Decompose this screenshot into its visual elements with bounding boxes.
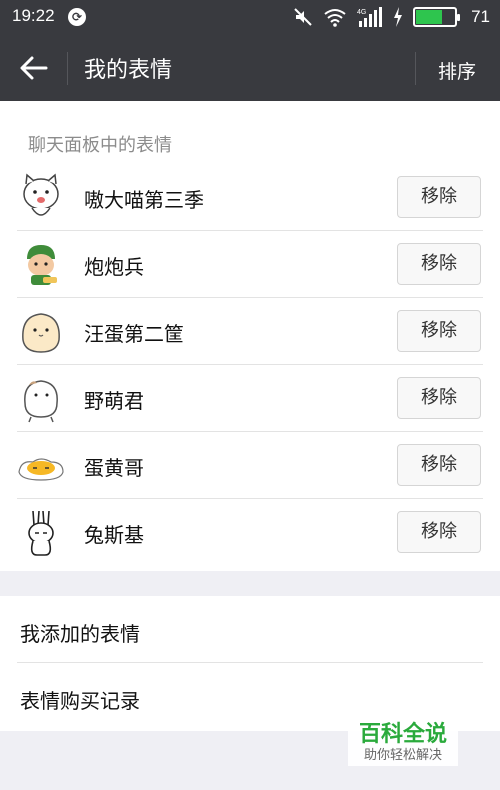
sticker-row-soldier: 炮炮兵 移除 <box>0 231 500 298</box>
links-section: 我添加的表情 表情购买记录 <box>0 596 500 731</box>
remove-button[interactable]: 移除 <box>397 243 481 285</box>
network-type: 4G <box>357 9 366 16</box>
page-title: 我的表情 <box>84 58 173 83</box>
bun-sticker-icon <box>24 380 58 423</box>
remove-button[interactable]: 移除 <box>397 511 481 553</box>
status-bar: 19:22 ⟳ 4G 71 <box>0 0 500 34</box>
soldier-sticker-icon <box>27 245 57 285</box>
status-icons: 4G 71 <box>293 6 490 28</box>
mute-icon <box>294 8 312 26</box>
sticker-name: 兔斯基 <box>84 523 144 547</box>
signal-icon: 4G <box>357 7 383 27</box>
watermark-logo: 百科全说 助你轻松解决 <box>348 714 458 766</box>
sticker-row-bun: 野萌君 移除 <box>0 365 500 432</box>
battery-percent: 71 <box>471 7 490 26</box>
navigation-bar: 我的表情 排序 <box>0 34 500 101</box>
sticker-row-yolk: 蛋黄哥 移除 <box>0 432 500 499</box>
link-label: 表情购买记录 <box>20 689 140 713</box>
egg-sticker-icon <box>22 313 60 353</box>
back-arrow-icon[interactable] <box>18 52 50 84</box>
remove-button[interactable]: 移除 <box>397 176 481 218</box>
rabbit-sticker-icon <box>28 510 54 556</box>
sticker-name: 蛋黄哥 <box>84 456 144 480</box>
sticker-name: 野萌君 <box>84 389 144 413</box>
charging-icon <box>394 7 403 27</box>
sticker-row-egg: 汪蛋第二筐 移除 <box>0 298 500 365</box>
cat-sticker-icon <box>23 173 59 216</box>
watermark-subtitle: 助你轻松解决 <box>363 748 442 763</box>
link-label: 我添加的表情 <box>20 622 140 646</box>
section-title: 聊天面板中的表情 <box>28 135 172 156</box>
wifi-icon <box>324 9 346 27</box>
remove-button[interactable]: 移除 <box>397 310 481 352</box>
sticker-name: 汪蛋第二筐 <box>84 322 184 346</box>
sticker-name: 炮炮兵 <box>84 255 144 279</box>
remove-button[interactable]: 移除 <box>397 444 481 486</box>
sticker-name: 嗷大喵第三季 <box>84 188 204 212</box>
sticker-row-rabbit: 兔斯基 移除 <box>0 499 500 566</box>
battery-icon <box>413 7 461 27</box>
my-added-stickers-item[interactable]: 我添加的表情 <box>0 596 500 663</box>
egg-yolk-sticker-icon <box>18 458 64 481</box>
nav-divider <box>67 52 68 85</box>
remove-button[interactable]: 移除 <box>397 377 481 419</box>
sync-icon: ⟳ <box>68 8 86 26</box>
sort-button[interactable]: 排序 <box>438 57 476 84</box>
status-time: 19:22 <box>12 6 55 25</box>
sticker-row-cat: 嗷大喵第三季 移除 <box>0 164 500 231</box>
nav-divider <box>415 52 416 85</box>
